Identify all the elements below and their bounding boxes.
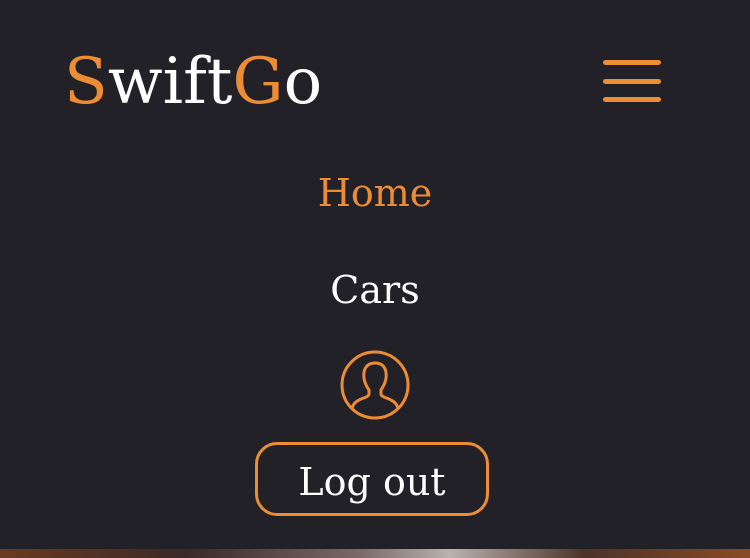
hamburger-menu-icon[interactable]: [603, 60, 661, 104]
brand-logo[interactable]: SwiftGo: [64, 42, 322, 122]
menu-bar-bottom: [603, 97, 661, 102]
brand-text-wift: wift: [107, 45, 233, 119]
brand-letter-s: S: [64, 45, 108, 119]
brand-text-o: o: [283, 45, 323, 119]
logout-button[interactable]: Log out: [255, 442, 489, 516]
user-icon[interactable]: [339, 349, 411, 421]
nav-link-cars[interactable]: Cars: [0, 265, 750, 315]
hero-image-edge: [0, 549, 750, 558]
brand-letter-g: G: [232, 45, 284, 119]
nav-link-home[interactable]: Home: [0, 168, 750, 218]
site-header: SwiftGo: [0, 0, 750, 140]
menu-bar-top: [603, 60, 661, 65]
menu-bar-middle: [603, 79, 661, 84]
